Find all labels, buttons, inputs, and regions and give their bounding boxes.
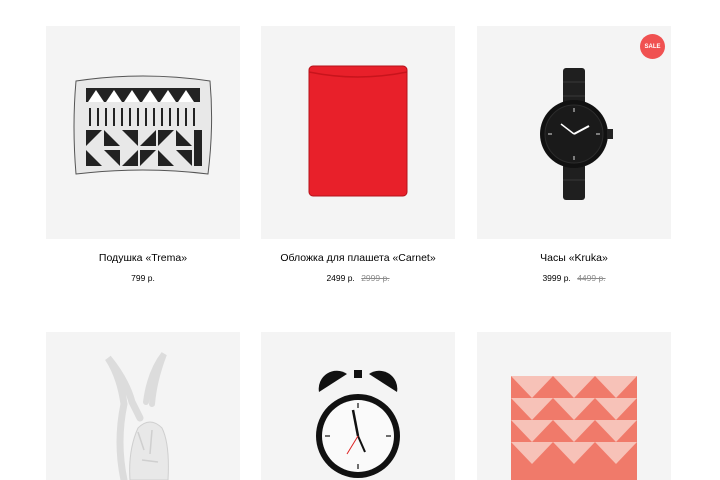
product-title[interactable]: Часы «Kruka»	[477, 252, 671, 264]
sale-badge: SALE	[640, 34, 665, 59]
product-price: 799 р.	[131, 273, 155, 283]
price-row: 2499 р. 2999 р.	[261, 273, 455, 283]
product-old-price: 4499 р.	[577, 273, 606, 283]
alarm-clock-image	[316, 370, 400, 478]
product-title[interactable]: Обложка для плашета «Carnet»	[261, 252, 455, 264]
product-image[interactable]: SALE	[477, 26, 671, 239]
pillow-pattern-image	[73, 75, 213, 175]
black-wristwatch-image	[540, 68, 613, 200]
white-antelope-figurine-image	[105, 352, 169, 480]
product-image[interactable]	[46, 332, 240, 480]
product-image[interactable]	[261, 26, 455, 239]
product-price: 2499 р.	[326, 273, 355, 283]
price-row: 3999 р. 4499 р.	[477, 273, 671, 283]
red-tablet-sleeve-image	[308, 65, 408, 197]
product-image[interactable]	[477, 332, 671, 480]
product-price: 3999 р.	[542, 273, 571, 283]
price-row: 799 р.	[46, 273, 240, 283]
product-old-price: 2999 р.	[361, 273, 390, 283]
product-title[interactable]: Подушка «Trema»	[46, 252, 240, 264]
product-image[interactable]	[46, 26, 240, 239]
red-triangle-pillow-image	[511, 376, 637, 480]
product-image[interactable]	[261, 332, 455, 480]
